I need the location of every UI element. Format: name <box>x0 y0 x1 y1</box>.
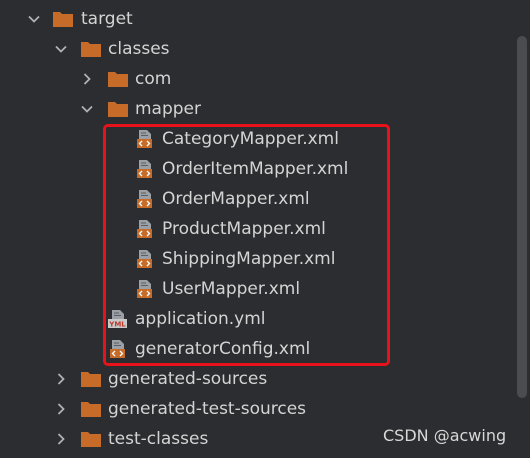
project-tree: target classes com mapper CategoryMapper… <box>0 0 514 458</box>
folder-icon <box>107 100 129 118</box>
tree-row-generated-test-sources[interactable]: generated-test-sources <box>0 394 514 424</box>
scrollbar-thumb[interactable] <box>517 36 527 398</box>
chevron-down-icon[interactable] <box>27 12 41 26</box>
watermark: CSDN @acwing <box>383 426 507 445</box>
tree-row-mapper[interactable]: mapper <box>0 94 514 124</box>
highlight-box <box>103 124 390 366</box>
tree-row-com[interactable]: com <box>0 64 514 94</box>
tree-row-generated-sources[interactable]: generated-sources <box>0 364 514 394</box>
folder-icon <box>80 40 102 58</box>
folder-icon <box>107 70 129 88</box>
tree-label-test-classes: test-classes <box>108 429 209 449</box>
chevron-right-icon[interactable] <box>54 402 68 416</box>
folder-icon <box>52 10 74 28</box>
tree-row-classes[interactable]: classes <box>0 34 514 64</box>
chevron-down-icon[interactable] <box>54 42 68 56</box>
folder-icon <box>80 370 102 388</box>
tree-label-generated-test-sources: generated-test-sources <box>108 399 307 419</box>
vertical-scrollbar[interactable] <box>514 0 530 458</box>
chevron-right-icon[interactable] <box>54 432 68 446</box>
tree-row-target[interactable]: target <box>0 4 514 34</box>
folder-icon <box>80 400 102 418</box>
chevron-right-icon[interactable] <box>80 72 94 86</box>
tree-label-classes: classes <box>108 39 170 59</box>
tree-label-mapper: mapper <box>135 99 202 119</box>
chevron-right-icon[interactable] <box>54 372 68 386</box>
tree-label-generated-sources: generated-sources <box>108 369 268 389</box>
chevron-down-icon[interactable] <box>80 102 94 116</box>
folder-icon <box>80 430 102 448</box>
tree-label-com: com <box>135 69 172 89</box>
tree-label-target: target <box>81 9 133 29</box>
